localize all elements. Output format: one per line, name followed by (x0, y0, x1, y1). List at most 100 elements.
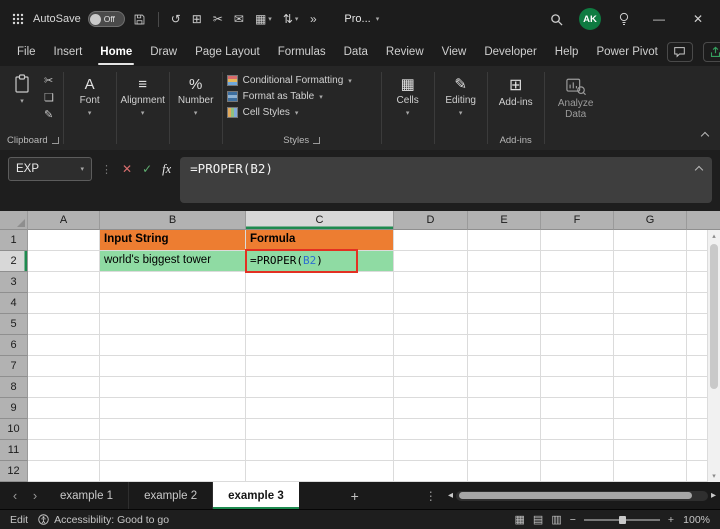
grid-cell-B11[interactable] (100, 440, 246, 461)
grid-cell-E9[interactable] (468, 398, 541, 419)
grid-cell-C10[interactable] (246, 419, 394, 440)
grid-cell-G4[interactable] (614, 293, 687, 314)
search-icon[interactable] (548, 8, 564, 30)
grid-cell-D4[interactable] (394, 293, 468, 314)
grid-cell-A4[interactable] (28, 293, 100, 314)
grid-cell-A5[interactable] (28, 314, 100, 335)
grid-cell-C12[interactable] (246, 461, 394, 482)
grid-cell-F1[interactable] (541, 230, 614, 251)
grid-cell-D1[interactable] (394, 230, 468, 251)
sheet-tab-example-3[interactable]: example 3 (213, 482, 299, 509)
grid-cell-A2[interactable] (28, 251, 100, 272)
grid-cell-G7[interactable] (614, 356, 687, 377)
grid-cell-B3[interactable] (100, 272, 246, 293)
grid-cell-E1[interactable] (468, 230, 541, 251)
grid-cell-A6[interactable] (28, 335, 100, 356)
grid-cell-B9[interactable] (100, 398, 246, 419)
grid-cell-F11[interactable] (541, 440, 614, 461)
grid-cell-D3[interactable] (394, 272, 468, 293)
tab-developer[interactable]: Developer (475, 38, 545, 66)
grid-cell-B10[interactable] (100, 419, 246, 440)
copy-button[interactable]: ❏ (44, 91, 54, 104)
grid-cell-D2[interactable] (394, 251, 468, 272)
undo-icon[interactable]: ↺ (171, 12, 181, 26)
grid-cell-B12[interactable] (100, 461, 246, 482)
grid-cell-G8[interactable] (614, 377, 687, 398)
sheet-prev-button[interactable]: ‹ (5, 482, 25, 509)
row-header-1[interactable]: 1 (0, 230, 28, 251)
grid-cell-E2[interactable] (468, 251, 541, 272)
number-group-button[interactable]: % Number ▾ (170, 66, 222, 150)
grid-cell-E4[interactable] (468, 293, 541, 314)
editing-group-button[interactable]: ✎ Editing ▾ (435, 66, 487, 150)
grid-cell-G10[interactable] (614, 419, 687, 440)
tab-insert[interactable]: Insert (45, 38, 92, 66)
column-header-B[interactable]: B (100, 211, 246, 230)
grid-cell-A8[interactable] (28, 377, 100, 398)
grid-cell-F2[interactable] (541, 251, 614, 272)
tab-draw[interactable]: Draw (141, 38, 186, 66)
zoom-slider[interactable] (583, 515, 660, 524)
grid-cell-E3[interactable] (468, 272, 541, 293)
grid-cell-F3[interactable] (541, 272, 614, 293)
row-header-11[interactable]: 11 (0, 440, 28, 461)
accessibility-checker[interactable]: Accessibility: Good to go (38, 514, 169, 526)
workbook-title[interactable]: Pro... ▾ (344, 13, 379, 25)
grid-cell-C9[interactable] (246, 398, 394, 419)
grid-cell-E6[interactable] (468, 335, 541, 356)
page-layout-view-icon[interactable]: ▤ (533, 513, 543, 526)
grid-cell-D11[interactable] (394, 440, 468, 461)
grid-cell-E5[interactable] (468, 314, 541, 335)
share-button[interactable] (702, 42, 720, 62)
grid-cell-G12[interactable] (614, 461, 687, 482)
insert-function-button[interactable]: fx (162, 162, 171, 177)
grid-cell-G1[interactable] (614, 230, 687, 251)
grid-cell-C11[interactable] (246, 440, 394, 461)
tab-view[interactable]: View (433, 38, 476, 66)
grid-cell-C4[interactable] (246, 293, 394, 314)
grid-cell-A3[interactable] (28, 272, 100, 293)
grid-cell-G6[interactable] (614, 335, 687, 356)
collapse-ribbon-button[interactable] (700, 126, 710, 144)
grid-cell-A7[interactable] (28, 356, 100, 377)
paste-button[interactable]: ▾ (7, 71, 37, 121)
grid-cell-D12[interactable] (394, 461, 468, 482)
normal-view-icon[interactable]: ▦ (515, 513, 525, 526)
lightbulb-icon[interactable] (616, 8, 632, 30)
conditional-formatting-button[interactable]: Conditional Formatting ▾ (226, 75, 377, 86)
autosave-toggle[interactable]: Off (87, 11, 125, 27)
grid-cell-F12[interactable] (541, 461, 614, 482)
collapse-formula-bar-icon[interactable] (694, 165, 704, 175)
grid-cell-F8[interactable] (541, 377, 614, 398)
formula-input[interactable]: =PROPER(B2) (180, 157, 712, 203)
vertical-scroll-thumb[interactable] (710, 244, 718, 389)
avatar[interactable]: AK (579, 8, 601, 30)
qat-overflow-button[interactable]: » (305, 8, 321, 30)
grid-cell-F6[interactable] (541, 335, 614, 356)
save-icon[interactable] (132, 8, 148, 30)
horizontal-scrollbar[interactable]: ◂ ▸ (448, 482, 720, 509)
zoom-slider-thumb[interactable] (618, 515, 626, 524)
grid-cell-C1[interactable]: Formula (246, 230, 394, 251)
grid-cell-D8[interactable] (394, 377, 468, 398)
cells-group-button[interactable]: ▦ Cells ▾ (382, 66, 434, 150)
grid-cell-G9[interactable] (614, 398, 687, 419)
grid-cell-A9[interactable] (28, 398, 100, 419)
row-header-8[interactable]: 8 (0, 377, 28, 398)
insert-table-icon[interactable]: ⊞ (192, 12, 202, 26)
app-launcher-icon[interactable] (10, 8, 26, 30)
row-header-2[interactable]: 2 (0, 251, 28, 272)
addins-button[interactable]: ⊞ Add-ins (492, 71, 540, 109)
grid-cell-E12[interactable] (468, 461, 541, 482)
comments-button[interactable] (666, 42, 693, 62)
grid-cell-C5[interactable] (246, 314, 394, 335)
column-header-F[interactable]: F (541, 211, 614, 230)
grid-cell-F4[interactable] (541, 293, 614, 314)
sheet-tab-example-1[interactable]: example 1 (45, 482, 130, 509)
column-header-D[interactable]: D (394, 211, 468, 230)
analyze-data-button[interactable]: Analyze Data (549, 71, 603, 120)
cut-button[interactable]: ✂ (44, 74, 54, 87)
column-header-E[interactable]: E (468, 211, 541, 230)
grid-cell-D10[interactable] (394, 419, 468, 440)
enter-button[interactable]: ✓ (142, 162, 152, 176)
